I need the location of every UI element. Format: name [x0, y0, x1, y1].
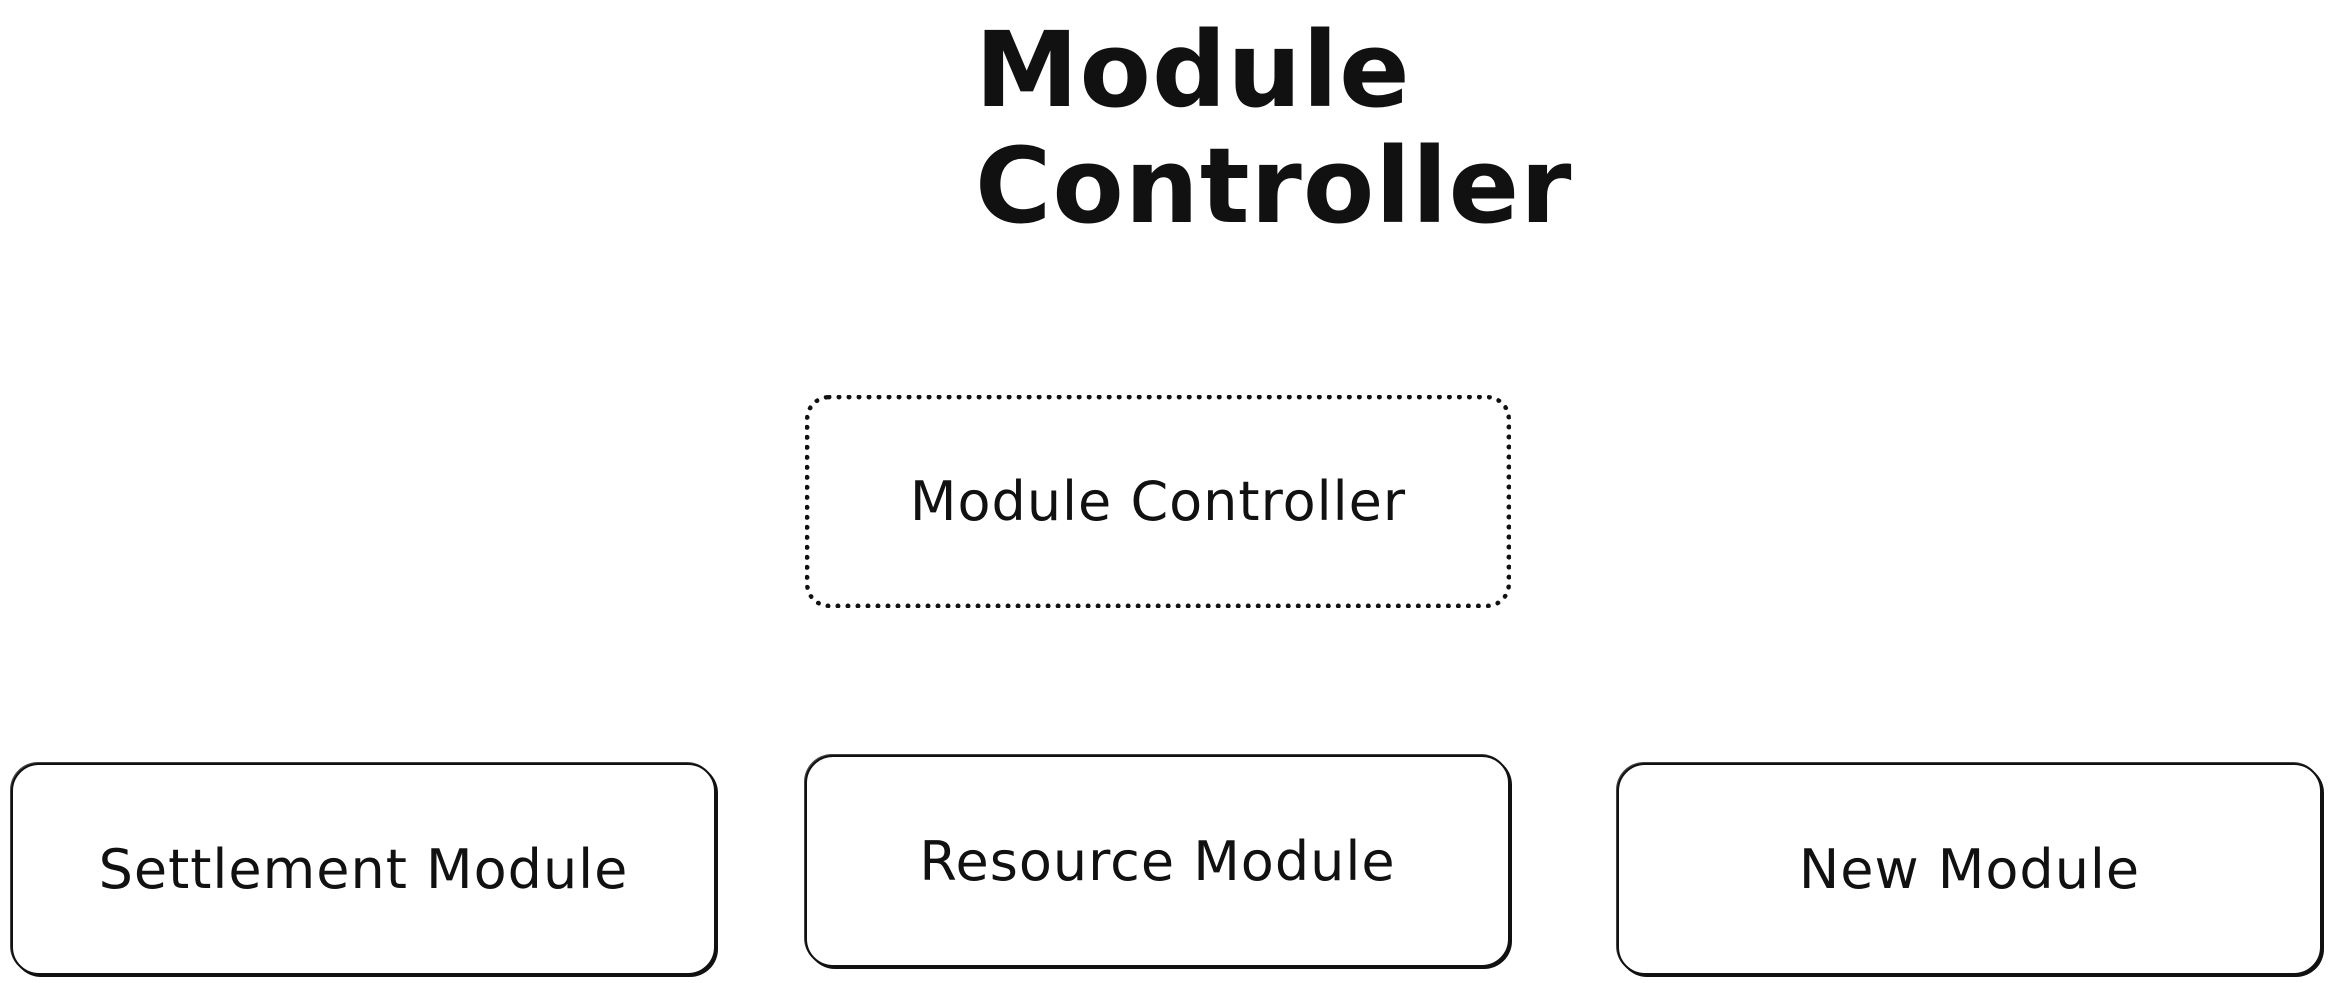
- settlement-module-node[interactable]: Settlement Module: [11, 763, 716, 975]
- new-module-node[interactable]: New Module: [1617, 763, 2322, 975]
- diagram-title-line-1: Module: [975, 9, 1411, 131]
- resource-module-node[interactable]: Resource Module: [805, 755, 1510, 967]
- settlement-module-label: Settlement Module: [98, 837, 629, 901]
- diagram-title-line-2: Controller: [975, 125, 1573, 247]
- module-controller-label: Module Controller: [909, 470, 1407, 533]
- resource-module-label: Resource Module: [919, 829, 1396, 893]
- new-module-label: New Module: [1798, 837, 2141, 901]
- diagram-title: Module Controller: [975, 12, 1572, 244]
- module-controller-node[interactable]: Module Controller: [805, 395, 1511, 608]
